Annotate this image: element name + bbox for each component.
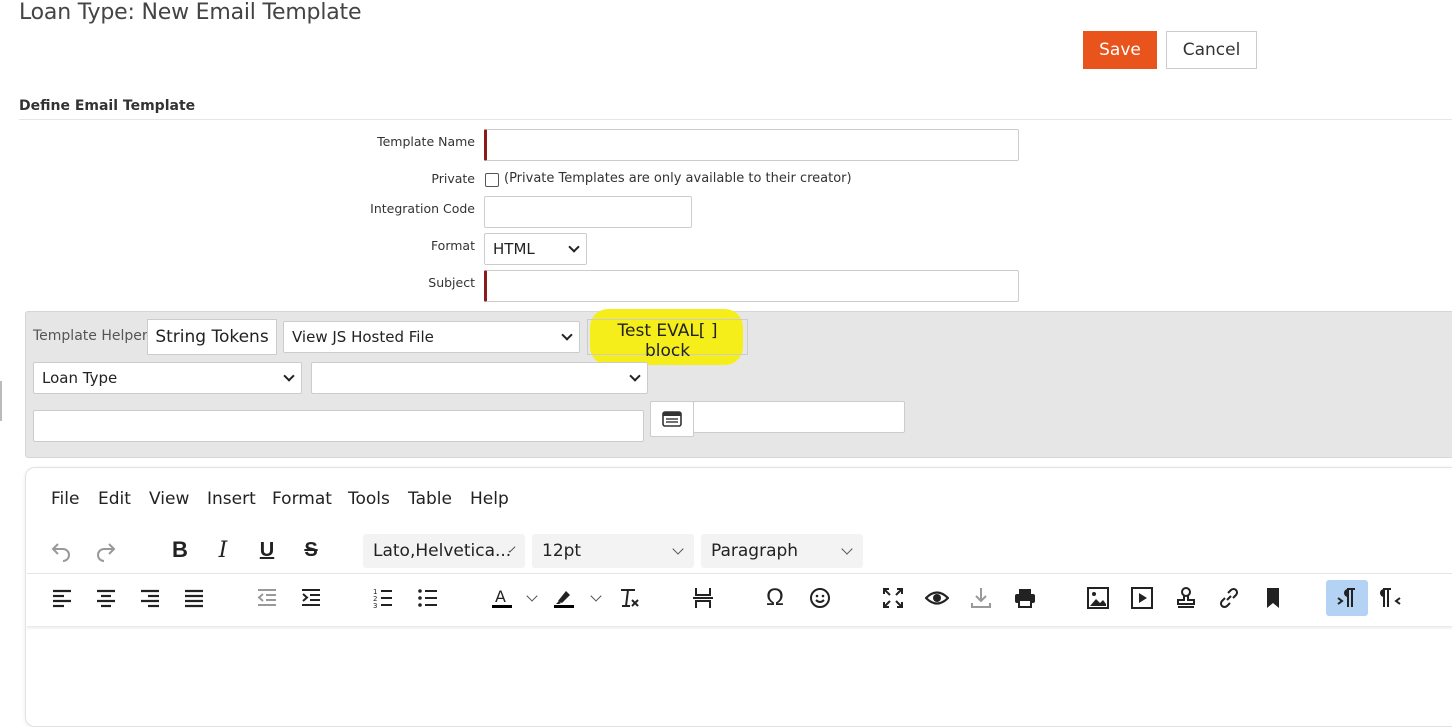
bullet-list-icon[interactable] [412,582,444,614]
fullscreen-icon[interactable] [877,582,909,614]
left-edge-divider [0,381,2,421]
menu-help[interactable]: Help [470,489,509,509]
js-hosted-file-select[interactable]: View JS Hosted File [283,321,580,353]
format-select-value: HTML [493,240,535,258]
special-character-icon[interactable]: Ω [759,582,791,614]
token-input[interactable] [33,410,644,442]
template-name-input[interactable] [484,129,1019,161]
italic-icon[interactable]: I [207,534,239,566]
font-family-dropdown[interactable]: Lato,Helvetica... [363,534,525,568]
template-helper-label: Template Helper [33,328,148,344]
numbered-list-icon[interactable]: 123 [367,582,399,614]
font-size-value: 12pt [542,541,582,561]
private-checkbox[interactable] [485,173,499,187]
page-title: Loan Type: New Email Template [19,0,362,25]
chevron-down-icon [672,543,684,555]
toolbar-shadow [27,626,1452,630]
font-family-value: Lato,Helvetica... [373,541,512,561]
chevron-down-icon [841,543,853,555]
calendar-list-icon [662,411,682,427]
stamp-icon[interactable] [1170,582,1202,614]
result-input[interactable] [693,401,905,433]
private-note: (Private Templates are only available to… [504,171,852,186]
clear-formatting-icon[interactable] [613,582,645,614]
subject-input[interactable] [484,270,1019,302]
align-center-icon[interactable] [90,582,122,614]
string-tokens-button[interactable]: String Tokens [147,319,277,355]
highlight-chevron-icon[interactable] [586,582,606,614]
svg-text:3: 3 [373,602,377,610]
chevron-down-icon [568,241,580,253]
integration-code-label: Integration Code [370,201,475,216]
save-button[interactable]: Save [1083,31,1157,69]
field-select[interactable] [311,362,648,394]
menu-table[interactable]: Table [408,489,452,509]
menu-edit[interactable]: Edit [98,489,131,509]
font-size-dropdown[interactable]: 12pt [532,534,694,568]
image-icon[interactable] [1082,582,1114,614]
menu-tools[interactable]: Tools [348,489,390,509]
section-divider [19,119,1452,120]
align-right-icon[interactable] [134,582,166,614]
menu-format[interactable]: Format [272,489,332,509]
ltr-icon[interactable] [1326,580,1368,616]
bookmark-icon[interactable] [1257,582,1289,614]
align-left-icon[interactable] [46,582,78,614]
strikethrough-icon[interactable]: S [295,534,327,566]
cancel-button[interactable]: Cancel [1166,31,1257,69]
menu-insert[interactable]: Insert [207,489,256,509]
test-eval-button[interactable]: Test EVAL[ ] block [587,319,748,361]
align-justify-icon[interactable] [178,582,210,614]
chevron-down-icon [283,370,295,382]
redo-icon[interactable] [90,534,122,566]
section-title: Define Email Template [19,98,196,114]
template-name-label: Template Name [377,134,475,149]
link-icon[interactable] [1213,582,1245,614]
print-icon[interactable] [1009,582,1041,614]
chevron-down-icon [561,329,573,341]
block-format-value: Paragraph [711,541,799,561]
menu-file[interactable]: File [51,489,79,509]
format-select[interactable]: HTML [484,233,587,265]
chevron-down-icon [629,370,641,382]
outdent-icon[interactable] [251,582,283,614]
subject-label: Subject [428,275,475,290]
preview-icon[interactable] [921,582,953,614]
media-icon[interactable] [1126,582,1158,614]
indent-icon[interactable] [295,582,327,614]
bold-icon[interactable]: B [164,534,196,566]
page-break-icon[interactable] [687,582,719,614]
text-color-icon[interactable]: A [486,582,518,614]
object-select[interactable]: Loan Type [33,362,302,394]
js-hosted-file-value: View JS Hosted File [292,328,434,346]
insert-token-button[interactable] [650,401,694,437]
save-download-icon[interactable] [965,582,997,614]
block-format-dropdown[interactable]: Paragraph [701,534,863,568]
menu-view[interactable]: View [149,489,189,509]
emoji-icon[interactable] [804,582,836,614]
rtl-icon[interactable] [1375,582,1407,614]
text-color-chevron-icon[interactable] [522,582,542,614]
object-select-value: Loan Type [42,369,118,387]
underline-icon[interactable]: U [251,534,283,566]
format-label: Format [430,238,475,253]
private-label: Private [431,171,475,186]
integration-code-input[interactable] [484,196,692,228]
highlight-color-icon[interactable] [548,582,580,614]
toolbar-divider [27,573,1452,574]
svg-text:A: A [495,587,506,606]
undo-icon[interactable] [45,534,77,566]
